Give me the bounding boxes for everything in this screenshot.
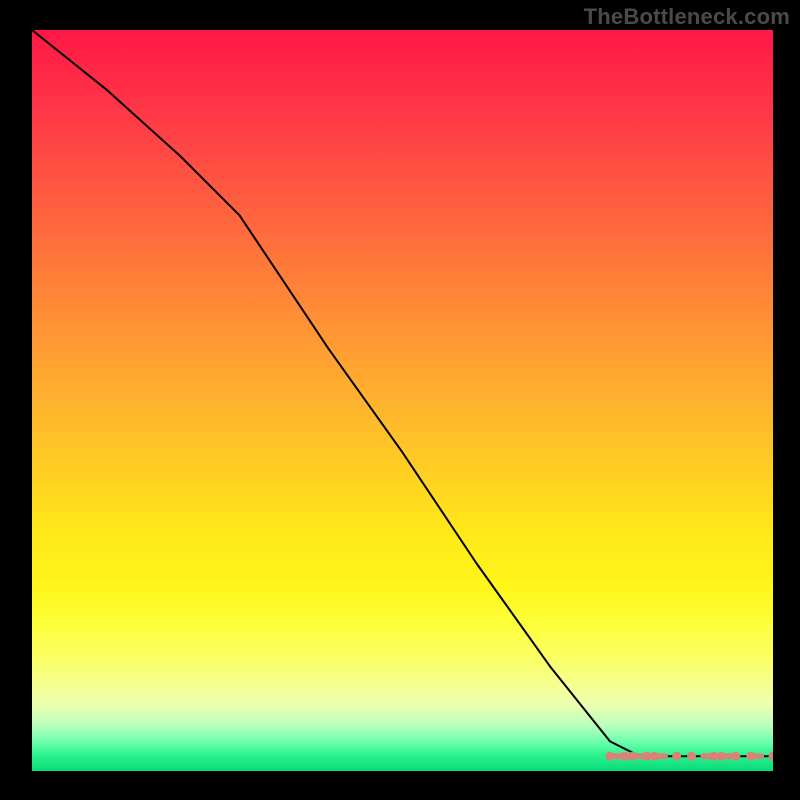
source-attribution: TheBottleneck.com [584, 4, 790, 30]
plot-area [32, 30, 773, 771]
marker-dot [687, 752, 696, 761]
marker-dash [656, 753, 668, 759]
marker-dot [769, 752, 774, 761]
chart-frame: TheBottleneck.com [0, 0, 800, 800]
curve-line [32, 30, 773, 756]
marker-dash [752, 753, 764, 759]
marker-dot [731, 752, 740, 761]
chart-overlay [32, 30, 773, 771]
tail-markers [606, 752, 774, 761]
marker-dot [672, 752, 681, 761]
